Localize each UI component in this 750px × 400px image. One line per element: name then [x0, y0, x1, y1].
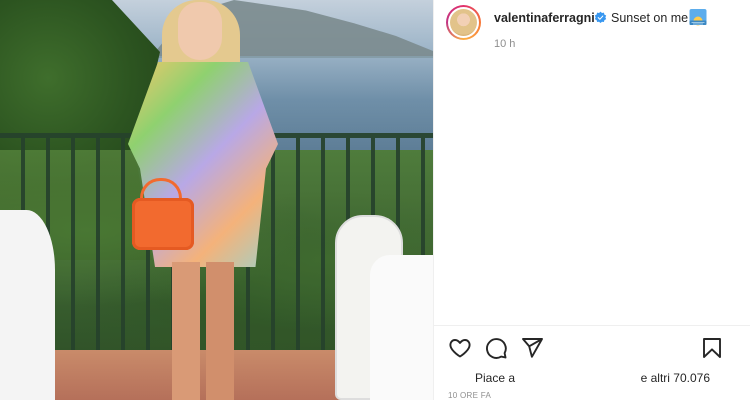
avatar-inner [448, 7, 479, 38]
face [178, 2, 222, 60]
action-bar [434, 332, 750, 364]
avatar[interactable] [446, 5, 481, 40]
instagram-post: valentinaferragni Sunset on me 10 h Piac… [0, 0, 750, 400]
orange-handbag [132, 198, 194, 250]
likes-count-link[interactable]: e altri 70.076 [641, 371, 710, 385]
avatar-image [450, 9, 477, 36]
comment-icon[interactable] [484, 336, 508, 360]
legs [172, 262, 234, 400]
verified-badge-icon [594, 11, 607, 24]
post-header: valentinaferragni Sunset on me 10 h [434, 0, 750, 60]
bookmark-icon[interactable] [700, 336, 724, 360]
sunset-emoji [689, 9, 707, 26]
post-side-panel: valentinaferragni Sunset on me 10 h Piac… [433, 0, 750, 400]
table-right [370, 255, 433, 400]
username-link[interactable]: valentinaferragni [494, 11, 595, 25]
heart-icon[interactable] [448, 336, 472, 360]
post-timestamp: 10 ORE FA [448, 391, 492, 400]
share-icon[interactable] [520, 336, 544, 360]
post-photo[interactable] [0, 0, 433, 400]
table-left [0, 210, 55, 400]
likes-prefix: Piace a [475, 371, 516, 385]
divider [434, 325, 750, 326]
post-time-ago: 10 h [494, 38, 516, 50]
caption-text: Sunset on me [611, 11, 689, 25]
person [120, 0, 290, 400]
